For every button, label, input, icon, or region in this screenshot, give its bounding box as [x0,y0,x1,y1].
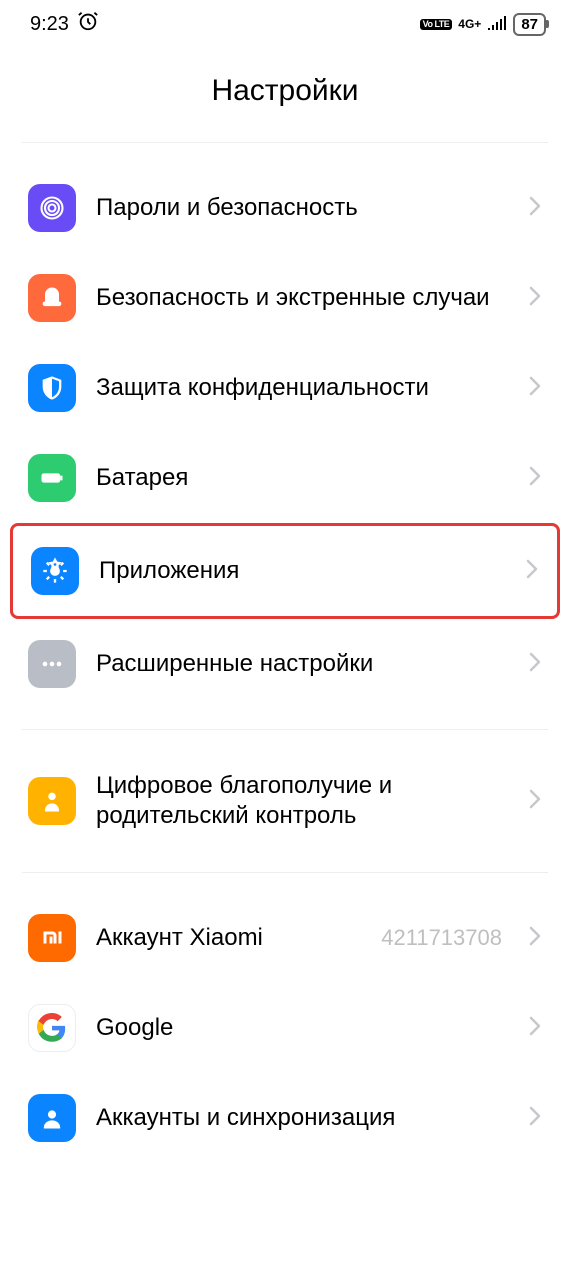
sidebar-item-passwords-security[interactable]: Пароли и безопасность [0,163,570,253]
emergency-icon [28,274,76,322]
settings-item-label: Расширенные настройки [96,649,508,679]
sidebar-item-wellbeing[interactable]: Цифровое благополучие и родительский кон… [0,750,570,852]
signal-icon [487,13,507,36]
page-title: Настройки [0,44,570,142]
sidebar-item-advanced[interactable]: Расширенные настройки [0,619,570,709]
chevron-right-icon [528,194,542,223]
settings-section: Цифровое благополучие и родительский кон… [0,730,570,872]
battery-icon [28,454,76,502]
wellbeing-icon [28,777,76,825]
status-time: 9:23 [30,13,69,36]
settings-item-label: Приложения [99,556,505,586]
settings-item-label: Батарея [96,463,508,493]
sidebar-item-privacy[interactable]: Защита конфиденциально­сти [0,343,570,433]
sidebar-item-apps[interactable]: Приложения [13,526,557,616]
chevron-right-icon [528,924,542,953]
settings-item-label: Аккаунты и синхронизация [96,1103,508,1133]
chevron-right-icon [525,557,539,586]
chevron-right-icon [528,787,542,816]
fingerprint-icon [28,184,76,232]
status-bar: 9:23 Vo LTE 4G+ 87 [0,0,570,44]
volte-icon: Vo LTE [420,19,453,30]
sidebar-item-battery[interactable]: Батарея [0,433,570,523]
chevron-right-icon [528,284,542,313]
battery-indicator: 87 [513,13,546,36]
privacy-icon [28,364,76,412]
sidebar-item-emergency[interactable]: Безопасность и экстренные случаи [0,253,570,343]
settings-item-value: 4211713708 [381,925,502,951]
settings-item-label: Аккаунт Xiaomi [96,923,361,953]
sidebar-item-google[interactable]: Google [0,983,570,1073]
settings-item-label: Google [96,1013,508,1043]
alarm-icon [77,10,99,38]
sidebar-item-mi-account[interactable]: Аккаунт Xiaomi 4211713708 [0,893,570,983]
settings-item-label: Пароли и безопасность [96,193,508,223]
accounts-icon [28,1094,76,1142]
mi-icon [28,914,76,962]
chevron-right-icon [528,650,542,679]
chevron-right-icon [528,1014,542,1043]
settings-section: Пароли и безопасность Безопасность и экст… [0,143,570,729]
chevron-right-icon [528,1104,542,1133]
google-icon [28,1004,76,1052]
chevron-right-icon [528,464,542,493]
highlight-frame: Приложения [10,523,560,619]
sidebar-item-accounts-sync[interactable]: Аккаунты и синхронизация [0,1073,570,1163]
network-type: 4G+ [458,17,481,31]
settings-item-label: Цифровое благополучие и родительский кон… [96,771,508,831]
settings-item-label: Безопасность и экстренные случаи [96,283,508,313]
more-icon [28,640,76,688]
settings-item-label: Защита конфиденциально­сти [96,373,508,403]
chevron-right-icon [528,374,542,403]
apps-icon [31,547,79,595]
settings-section: Аккаунт Xiaomi 4211713708 Google Аккаунты и… [0,873,570,1183]
